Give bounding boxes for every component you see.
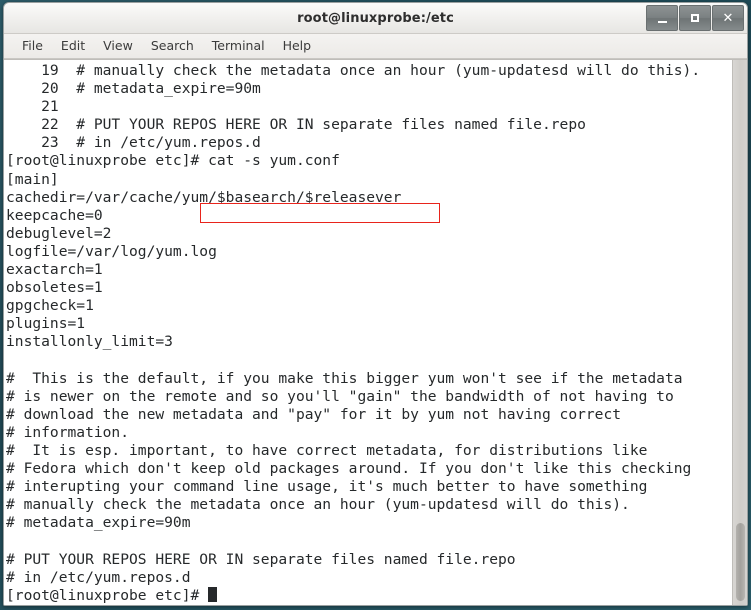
terminal-body: 19 # manually check the metadata once an… <box>4 59 747 605</box>
terminal-line: # metadata_expire=90m <box>6 514 191 532</box>
terminal-line: # Fedora which don't keep old packages a… <box>6 460 692 478</box>
terminal-line: # information. <box>6 423 130 441</box>
terminal-line: # is newer on the remote and so you'll "… <box>6 387 674 405</box>
terminal-line: [root@linuxprobe etc]# cat -s yum.conf <box>6 152 340 170</box>
menu-item-view[interactable]: View <box>94 36 142 56</box>
terminal-line: plugins=1 <box>6 315 86 333</box>
terminal-line: installonly_limit=3 <box>6 333 173 351</box>
menu-item-edit[interactable]: Edit <box>52 36 94 56</box>
terminal-prompt-line: [root@linuxprobe etc]# <box>6 586 732 605</box>
minimize-icon <box>657 20 667 23</box>
menu-item-search[interactable]: Search <box>142 36 203 56</box>
terminal-window: root@linuxprobe:/etc ✕ File Edit View Se… <box>3 2 748 606</box>
terminal-line: logfile=/var/log/yum.log <box>6 242 217 260</box>
terminal-line: # interupting your command line usage, i… <box>6 478 648 496</box>
terminal-line: 21 <box>6 98 59 116</box>
terminal-line: 22 # PUT YOUR REPOS HERE OR IN separate … <box>6 116 586 134</box>
window-titlebar[interactable]: root@linuxprobe:/etc ✕ <box>4 3 747 34</box>
window-title: root@linuxprobe:/etc <box>297 10 454 26</box>
terminal-line: # It is esp. important, to have correct … <box>6 441 648 459</box>
terminal-line: exactarch=1 <box>6 261 103 279</box>
terminal-screen[interactable]: 19 # manually check the metadata once an… <box>4 60 732 605</box>
terminal-line: # PUT YOUR REPOS HERE OR IN separate fil… <box>6 550 516 568</box>
text-cursor <box>208 586 218 602</box>
terminal-line: # This is the default, if you make this … <box>6 369 683 387</box>
terminal-line: debuglevel=2 <box>6 224 112 242</box>
window-controls: ✕ <box>646 5 744 31</box>
terminal-line: 23 # in /etc/yum.repos.d <box>6 134 261 152</box>
scrollbar-thumb[interactable] <box>736 523 745 601</box>
terminal-line: keepcache=0 <box>6 206 103 224</box>
close-button[interactable]: ✕ <box>712 5 744 31</box>
menu-item-file[interactable]: File <box>13 36 52 56</box>
terminal-line: 20 # metadata_expire=90m <box>6 80 261 98</box>
terminal-scrollbar[interactable] <box>732 60 747 605</box>
menu-item-help[interactable]: Help <box>274 36 321 56</box>
close-icon: ✕ <box>722 10 734 26</box>
menu-bar: File Edit View Search Terminal Help <box>4 34 747 59</box>
maximize-icon <box>691 14 699 22</box>
terminal-output: 19 # manually check the metadata once an… <box>6 62 732 605</box>
terminal-line: # download the new metadata and "pay" fo… <box>6 405 622 423</box>
terminal-line: # manually check the metadata once an ho… <box>6 496 630 514</box>
terminal-line: cachedir=/var/cache/yum/$basearch/$relea… <box>6 188 402 206</box>
menu-item-terminal[interactable]: Terminal <box>203 36 274 56</box>
terminal-line: [main] <box>6 170 59 188</box>
terminal-line: # in /etc/yum.repos.d <box>6 568 191 586</box>
terminal-line: gpgcheck=1 <box>6 297 94 315</box>
terminal-line: obsoletes=1 <box>6 279 103 297</box>
minimize-button[interactable] <box>646 5 678 31</box>
terminal-line: 19 # manually check the metadata once an… <box>6 62 701 79</box>
maximize-button[interactable] <box>679 5 711 31</box>
shell-prompt: [root@linuxprobe etc]# <box>6 586 209 604</box>
